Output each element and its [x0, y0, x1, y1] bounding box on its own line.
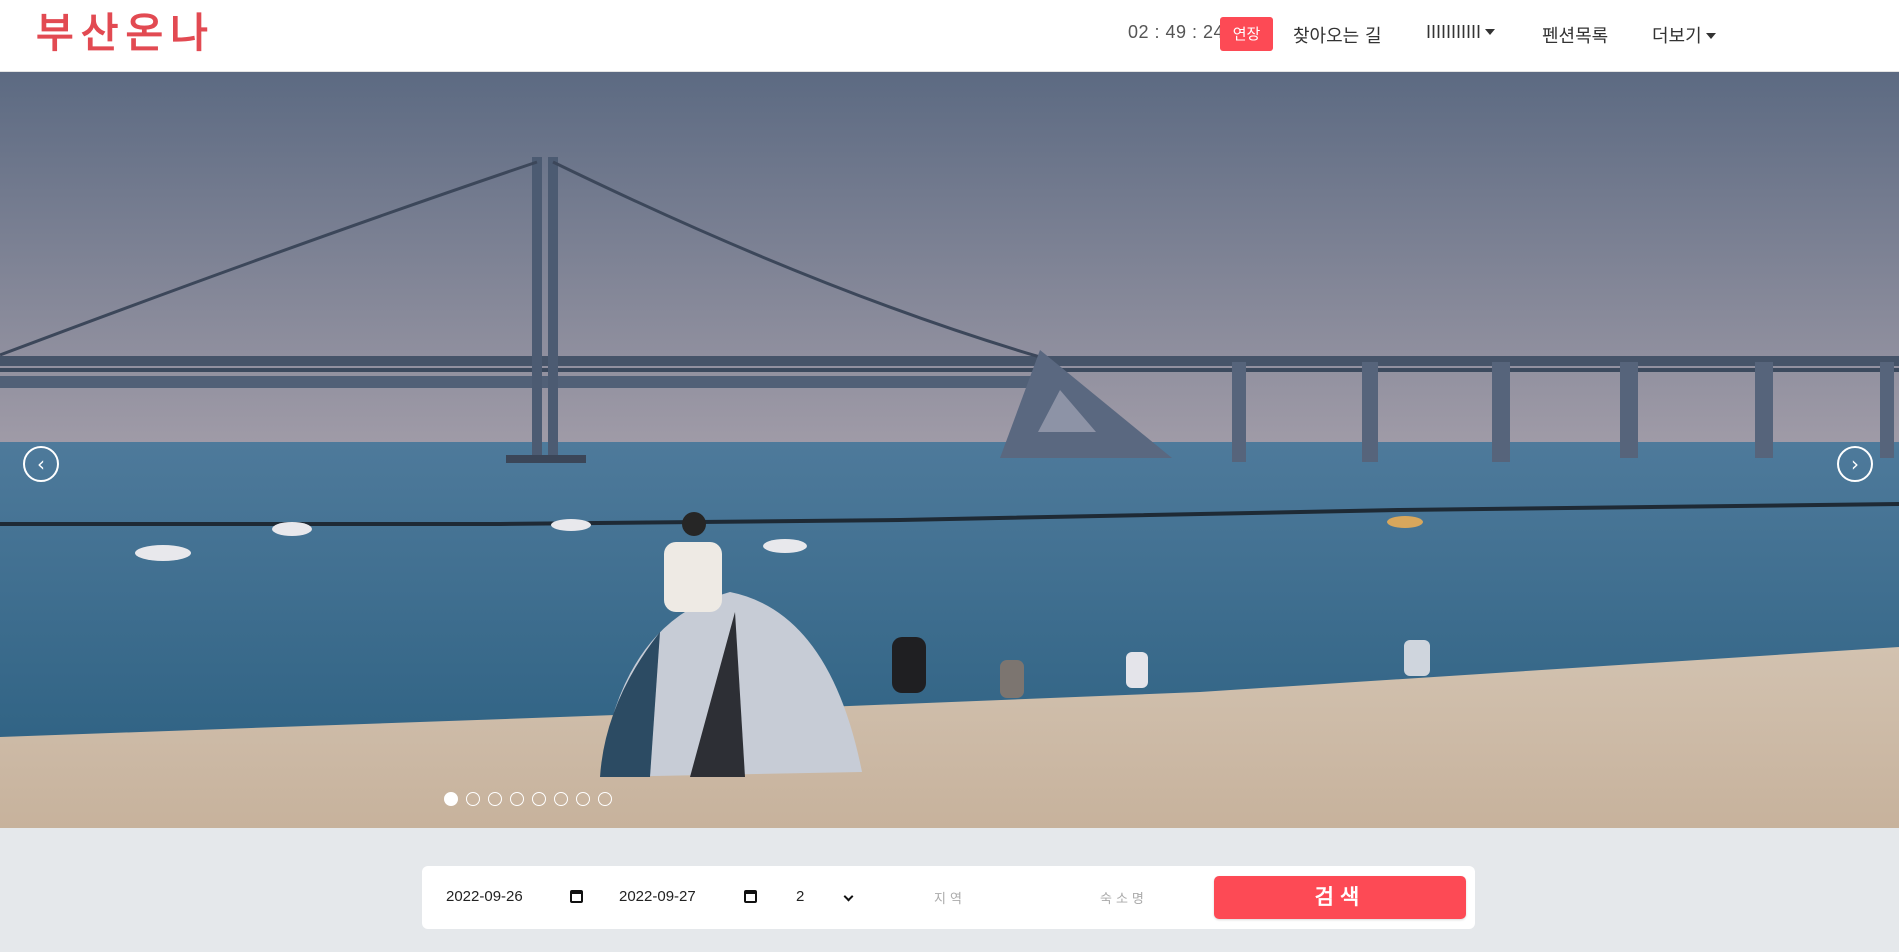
guest-count-select[interactable]: 2: [796, 888, 804, 905]
lodging-name-input[interactable]: 숙소명: [1100, 888, 1148, 907]
carousel-dot[interactable]: [576, 792, 590, 806]
carousel-indicators: [444, 792, 612, 806]
calendar-icon[interactable]: [570, 890, 583, 903]
nav-pension-list-label: 펜션목록: [1542, 26, 1609, 47]
hero-carousel: ‹ ›: [0, 72, 1899, 828]
caret-down-icon: [1705, 32, 1716, 39]
chevron-right-icon: ›: [1851, 452, 1859, 476]
top-header: 부산온나 02 : 49 : 24 연장 찾아오는 길 IIIIIIIIIII …: [0, 0, 1899, 72]
carousel-dot[interactable]: [554, 792, 568, 806]
nav-more-label: 더보기: [1652, 26, 1702, 47]
checkout-date-input[interactable]: 2022-09-27: [619, 888, 696, 905]
carousel-dot[interactable]: [510, 792, 524, 806]
carousel-dot[interactable]: [488, 792, 502, 806]
carousel-next-button[interactable]: ›: [1837, 446, 1873, 482]
nav-pension-list[interactable]: 펜션목록: [1542, 22, 1608, 48]
search-button[interactable]: 검색: [1214, 876, 1466, 919]
carousel-dot[interactable]: [466, 792, 480, 806]
session-timer: 02 : 49 : 24: [1128, 22, 1225, 42]
calendar-icon[interactable]: [744, 890, 757, 903]
extend-session-button[interactable]: 연장: [1220, 17, 1273, 51]
nav-dropdown-user[interactable]: IIIIIIIIIII: [1426, 22, 1496, 43]
nav-more-dropdown[interactable]: 더보기: [1652, 22, 1716, 48]
chevron-down-icon[interactable]: [843, 891, 854, 902]
nav-directions[interactable]: 찾아오는 길: [1293, 22, 1382, 48]
checkin-date-input[interactable]: 2022-09-26: [446, 888, 523, 905]
carousel-prev-button[interactable]: ‹: [23, 446, 59, 482]
nav-dropdown-user-label: IIIIIIIIIII: [1426, 22, 1482, 42]
caret-down-icon: [1485, 28, 1496, 35]
region-input[interactable]: 지역: [934, 888, 966, 907]
carousel-dot[interactable]: [598, 792, 612, 806]
carousel-dot[interactable]: [532, 792, 546, 806]
site-logo[interactable]: 부산온나: [36, 9, 215, 57]
nav-directions-label: 찾아오는 길: [1293, 26, 1382, 47]
carousel-dot[interactable]: [444, 792, 458, 806]
beach-bridge-photo: [0, 72, 1899, 828]
chevron-left-icon: ‹: [37, 452, 45, 476]
